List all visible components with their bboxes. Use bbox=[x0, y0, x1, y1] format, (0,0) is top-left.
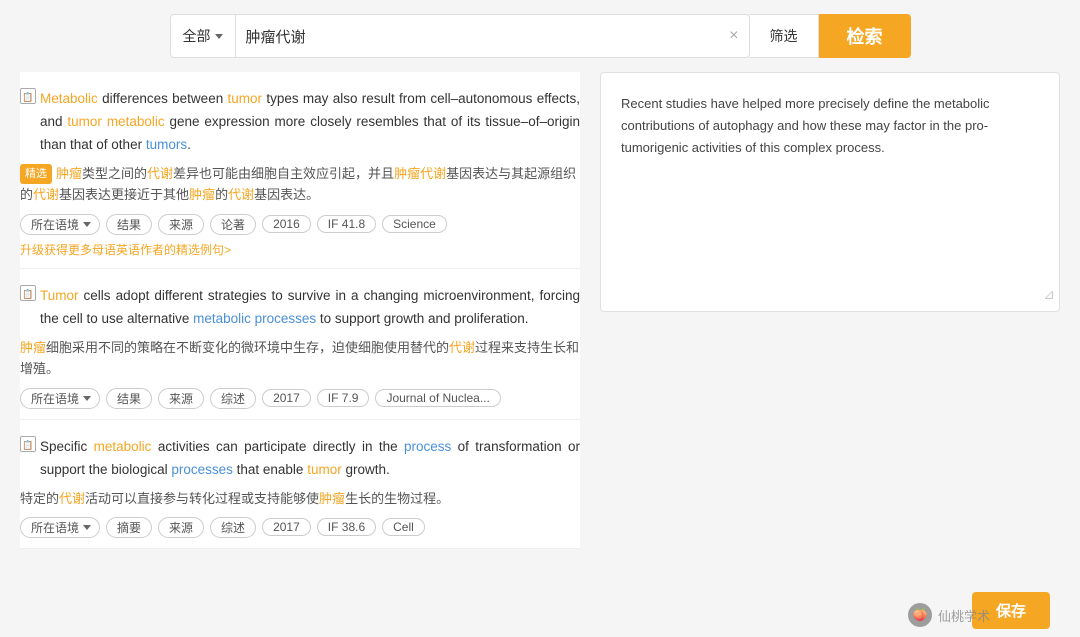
tag-if-1[interactable]: IF 41.8 bbox=[317, 215, 376, 233]
watermark-icon: 🍑 bbox=[908, 603, 932, 627]
search-input[interactable] bbox=[236, 28, 720, 45]
tag-year-1[interactable]: 2016 bbox=[262, 215, 311, 233]
context-chevron-3 bbox=[83, 525, 91, 530]
search-container: 全部 × bbox=[170, 14, 750, 58]
result-en-2: Tumor cells adopt different strategies t… bbox=[40, 285, 580, 331]
results-panel: 📋 Metabolic differences between tumor ty… bbox=[20, 72, 600, 549]
result-header-3: 📋 Specific metabolic activities can part… bbox=[20, 436, 580, 482]
preview-panel: Recent studies have helped more precisel… bbox=[600, 72, 1060, 312]
chevron-down-icon bbox=[215, 34, 223, 39]
context-label-1: 所在语境 bbox=[31, 216, 79, 233]
resize-handle[interactable]: ⊿ bbox=[1043, 283, 1055, 307]
result-header-1: 📋 Metabolic differences between tumor ty… bbox=[20, 88, 580, 157]
result-item-3: 📋 Specific metabolic activities can part… bbox=[20, 420, 580, 549]
tag-result-2[interactable]: 结果 bbox=[106, 388, 152, 409]
watermark-label: 仙桃学术 bbox=[938, 606, 990, 625]
result-header-2: 📋 Tumor cells adopt different strategies… bbox=[20, 285, 580, 331]
result-item-2: 📋 Tumor cells adopt different strategies… bbox=[20, 269, 580, 420]
jingxuan-badge-1: 精选 bbox=[20, 164, 52, 184]
highlight-metabolic-1: Metabolic bbox=[40, 91, 98, 106]
context-chevron-1 bbox=[83, 222, 91, 227]
preview-text: Recent studies have helped more precisel… bbox=[621, 93, 1039, 159]
tag-journal-2[interactable]: Journal of Nuclea... bbox=[375, 389, 500, 407]
context-tag-1[interactable]: 所在语境 bbox=[20, 214, 100, 235]
context-chevron-2 bbox=[83, 396, 91, 401]
source-icon-1: 📋 bbox=[20, 88, 36, 104]
highlight-tumor-1: tumor bbox=[228, 91, 263, 106]
tag-abstract-3[interactable]: 摘要 bbox=[106, 517, 152, 538]
highlight-processes-2: processes bbox=[171, 462, 233, 477]
result-cn-2: 肿瘤细胞采用不同的策略在不断变化的微环境中生存，迫使细胞使用替代的代谢过程来支持… bbox=[20, 337, 580, 380]
tag-journal-3[interactable]: Cell bbox=[382, 518, 425, 536]
tag-source-2[interactable]: 来源 bbox=[158, 388, 204, 409]
watermark: 🍑 仙桃学术 bbox=[908, 603, 990, 627]
result-cn-1: 精选肿瘤类型之间的代谢差异也可能由细胞自主效应引起，并且肿瘤代谢基因表达与其起源… bbox=[20, 163, 580, 206]
result-cn-3: 特定的代谢活动可以直接参与转化过程或支持能够使肿瘤生长的生物过程。 bbox=[20, 488, 580, 509]
search-type-select[interactable]: 全部 bbox=[171, 15, 236, 57]
highlight-tumor-4: tumor bbox=[307, 462, 342, 477]
tag-year-2[interactable]: 2017 bbox=[262, 389, 311, 407]
filter-button[interactable]: 筛选 bbox=[750, 14, 819, 58]
tag-source-1[interactable]: 来源 bbox=[158, 214, 204, 235]
tag-row-2: 所在语境 结果 来源 综述 2017 IF 7.9 Journal of Nuc… bbox=[20, 388, 580, 409]
bottom-bar: 🍑 仙桃学术 保存 bbox=[0, 584, 1080, 637]
highlight-metabolic-4: metabolic bbox=[94, 439, 152, 454]
tag-if-2[interactable]: IF 7.9 bbox=[317, 389, 370, 407]
result-en-1: Metabolic differences between tumor type… bbox=[40, 88, 580, 157]
search-bar: 全部 × 筛选 检索 bbox=[0, 0, 1080, 72]
tag-result-1[interactable]: 结果 bbox=[106, 214, 152, 235]
search-type-label: 全部 bbox=[183, 26, 211, 46]
highlight-tumor-2: tumor bbox=[67, 114, 102, 129]
search-button[interactable]: 检索 bbox=[819, 14, 911, 58]
clear-button[interactable]: × bbox=[719, 27, 748, 45]
tag-if-3[interactable]: IF 38.6 bbox=[317, 518, 376, 536]
context-label-3: 所在语境 bbox=[31, 519, 79, 536]
tag-review-3[interactable]: 综述 bbox=[210, 517, 256, 538]
tag-year-3[interactable]: 2017 bbox=[262, 518, 311, 536]
tag-source-3[interactable]: 来源 bbox=[158, 517, 204, 538]
context-label-2: 所在语境 bbox=[31, 390, 79, 407]
source-icon-2: 📋 bbox=[20, 285, 36, 301]
main-layout: 📋 Metabolic differences between tumor ty… bbox=[0, 72, 1080, 549]
context-tag-2[interactable]: 所在语境 bbox=[20, 388, 100, 409]
tag-paper-1[interactable]: 论著 bbox=[210, 214, 256, 235]
source-icon-3: 📋 bbox=[20, 436, 36, 452]
tag-row-3: 所在语境 摘要 来源 综述 2017 IF 38.6 Cell bbox=[20, 517, 580, 538]
context-tag-3[interactable]: 所在语境 bbox=[20, 517, 100, 538]
upgrade-link-1[interactable]: 升级获得更多母语英语作者的精选例句> bbox=[20, 241, 580, 258]
result-item: 📋 Metabolic differences between tumor ty… bbox=[20, 72, 580, 269]
highlight-metabolic-3: metabolic processes bbox=[193, 311, 316, 326]
highlight-tumors-1: tumors bbox=[146, 137, 187, 152]
highlight-metabolic-2: metabolic bbox=[107, 114, 165, 129]
result-en-3: Specific metabolic activities can partic… bbox=[40, 436, 580, 482]
tag-row-1: 所在语境 结果 来源 论著 2016 IF 41.8 Science bbox=[20, 214, 580, 235]
highlight-tumor-3: Tumor bbox=[40, 288, 79, 303]
highlight-process-1: process bbox=[404, 439, 451, 454]
tag-journal-1[interactable]: Science bbox=[382, 215, 447, 233]
tag-review-2[interactable]: 综述 bbox=[210, 388, 256, 409]
